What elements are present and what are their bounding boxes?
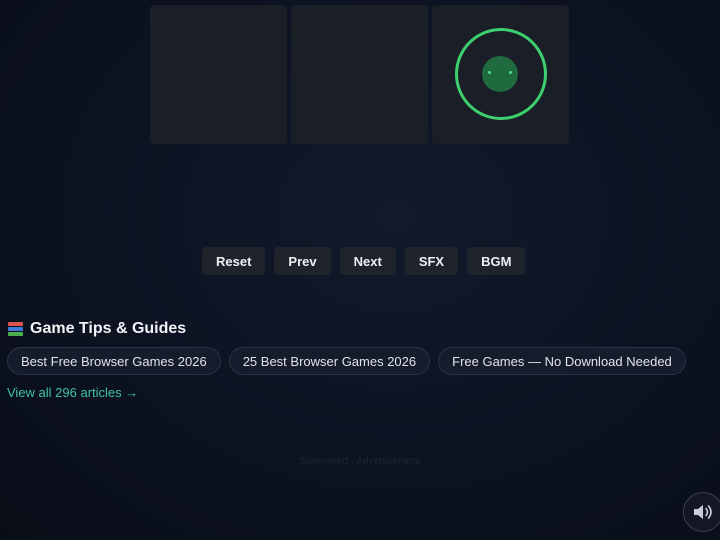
game-controls: Reset Prev Next SFX BGM — [202, 247, 526, 275]
player-eye — [488, 71, 491, 74]
sfx-toggle-button[interactable]: SFX — [404, 247, 459, 275]
game-board — [150, 5, 570, 144]
player-eye — [509, 71, 512, 74]
article-link[interactable]: 25 Best Browser Games 2026 — [228, 347, 431, 375]
sponsor-label: Sponsored · Advertisement — [299, 456, 421, 467]
sound-toggle-button[interactable] — [683, 492, 720, 532]
books-icon — [7, 321, 24, 337]
prev-button[interactable]: Prev — [274, 247, 331, 275]
player-character — [482, 56, 518, 92]
board-cell[interactable] — [432, 5, 569, 144]
board-cell[interactable] — [291, 5, 428, 144]
view-all-articles-link[interactable]: View all 296 articles → — [7, 385, 138, 400]
tips-heading-text: Game Tips & Guides — [30, 320, 187, 337]
tips-heading: Game Tips & Guides — [7, 320, 186, 338]
speaker-icon — [694, 505, 712, 519]
article-link[interactable]: Best Free Browser Games 2026 — [7, 347, 221, 375]
article-link[interactable]: Free Games — No Download Needed — [438, 347, 686, 375]
article-list: Best Free Browser Games 2026 25 Best Bro… — [7, 347, 686, 375]
next-button[interactable]: Next — [339, 247, 396, 275]
bgm-toggle-button[interactable]: BGM — [467, 247, 526, 275]
board-cell[interactable] — [150, 5, 287, 144]
reset-button[interactable]: Reset — [202, 247, 266, 275]
